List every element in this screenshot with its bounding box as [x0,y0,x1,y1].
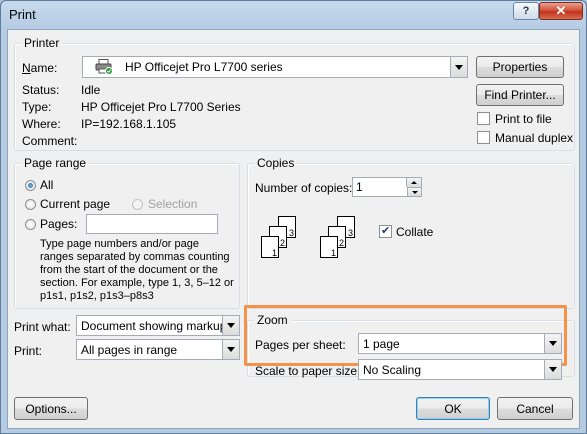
chevron-down-icon [549,367,557,372]
chevron-down-icon [411,190,418,194]
manual-duplex-label[interactable]: Manual duplex [495,131,573,145]
ok-button-label: OK [444,401,462,416]
dialog-body: Printer Name: HP Officejet Pro L7700 ser… [7,29,580,429]
print-what-label: Print what: [14,320,71,334]
manual-duplex-checkbox[interactable] [477,131,490,144]
where-value: IP=192.168.1.105 [81,117,177,131]
print-to-file-label[interactable]: Print to file [495,112,552,126]
scale-to-paper-size-value: No Scaling [363,363,422,377]
copies-value: 1 [356,180,363,194]
collate-checkbox[interactable] [379,224,392,238]
print-dialog: Print ? ✕ Printer Name: HP Officejet Pro… [0,0,587,434]
cancel-button-label: Cancel [516,401,554,416]
collate-label[interactable]: Collate [396,225,433,239]
print-what-dropdown[interactable]: Document showing markup [76,315,240,336]
print-what-arrow[interactable] [222,316,239,335]
print-what-value: Document showing markup [81,319,227,333]
page-range-help-text: Type page numbers and/or page ranges sep… [40,238,234,302]
pages-per-sheet-arrow[interactable] [544,334,561,353]
print-dropdown[interactable]: All pages in range [76,339,240,360]
properties-button-label: Properties [492,60,548,74]
copies-down-button[interactable] [407,187,421,196]
properties-button[interactable]: Properties [476,56,564,78]
pages-per-sheet-label: Pages per sheet: [255,338,346,352]
title-bar[interactable]: Print ? ✕ [1,1,586,29]
status-value: Idle [81,83,101,97]
printer-group-label: Printer [21,36,63,50]
collate-illustration: 3 2 1 3 2 1 [257,202,377,262]
chevron-down-icon [549,341,557,346]
print-label: Print: [14,344,43,358]
all-radio-label[interactable]: All [40,178,53,192]
page-icon: 1 [261,236,279,258]
options-button[interactable]: Options... [14,397,88,420]
chevron-down-icon [455,64,463,70]
selection-label[interactable]: Selection [148,197,197,211]
selection-radio[interactable] [132,199,143,210]
copies-group-label: Copies [254,156,298,170]
find-printer-button-label: Find Printer... [484,88,556,102]
comment-label: Comment: [22,134,78,148]
where-label: Where: [22,117,61,131]
page-icon: 1 [320,236,338,258]
print-value: All pages in range [81,343,178,357]
type-label: Type: [22,100,52,114]
help-button[interactable]: ? [513,2,539,20]
pages-per-sheet-dropdown[interactable]: 1 page [358,333,562,354]
number-of-copies-label: Number of copies: [255,181,353,195]
printer-name-value: HP Officejet Pro L7700 series [125,60,283,74]
pages-radio[interactable] [25,219,36,230]
printer-name-dropdown[interactable]: HP Officejet Pro L7700 series [82,56,468,78]
options-button-label: Options... [25,401,77,416]
print-to-file-checkbox[interactable] [477,112,490,125]
scale-to-paper-size-arrow[interactable] [544,360,561,379]
current-page-label[interactable]: Current page [40,197,110,211]
printer-name-label: Name: [22,61,58,75]
status-label: Status: [22,83,60,97]
find-printer-button[interactable]: Find Printer... [476,84,564,106]
chevron-down-icon [227,323,235,328]
scale-to-paper-size-label: Scale to paper size: [255,364,361,378]
current-page-radio[interactable] [25,199,36,210]
scale-to-paper-size-dropdown[interactable]: No Scaling [358,359,562,380]
copies-spinner[interactable]: 1 [352,177,422,197]
cancel-button[interactable]: Cancel [497,397,573,420]
close-button[interactable]: ✕ [539,2,583,20]
ok-button[interactable]: OK [416,397,490,420]
copies-up-button[interactable] [406,178,421,187]
pages-per-sheet-value: 1 page [363,337,400,351]
pages-label[interactable]: Pages: [40,217,77,231]
all-radio[interactable] [25,180,36,191]
page-range-group-label: Page range [21,156,90,170]
print-arrow[interactable] [222,340,239,359]
pages-input[interactable] [86,214,218,234]
printer-icon [95,59,113,75]
window-title: Print [9,7,36,22]
printer-name-arrow[interactable] [450,57,467,77]
chevron-up-icon [411,181,417,184]
type-value: HP Officejet Pro L7700 Series [81,100,241,114]
chevron-down-icon [227,347,235,352]
